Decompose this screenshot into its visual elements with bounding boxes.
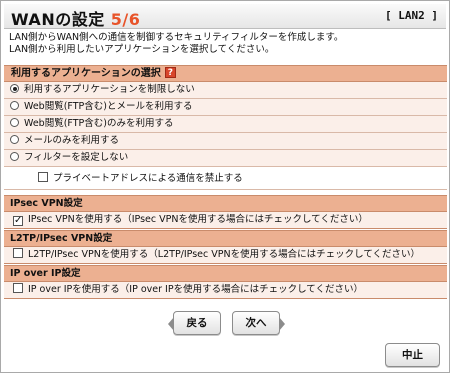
option-web-only[interactable]: Web閲覧(FTP含む)のみを利用する [4, 116, 447, 133]
l2tp-label: L2TP/IPsec VPNを使用する（L2TP/IPsec VPNを使用する場… [28, 249, 421, 260]
step-indicator: 5/6 [110, 10, 141, 29]
l2tp-checkbox[interactable] [13, 248, 23, 258]
next-arrow-icon [279, 317, 285, 331]
radio-mail-only[interactable] [10, 135, 19, 144]
option-label: 利用するアプリケーションを制限しない [24, 84, 195, 95]
option-no-filter[interactable]: フィルターを設定しない [4, 150, 447, 167]
ipoverip-row[interactable]: IP over IPを使用する（IP over IPを使用する場合にはチェックし… [4, 281, 447, 299]
description-line-1: LAN側からWAN側への通信を制御するセキュリティフィルターを作成します。 [9, 32, 344, 43]
cancel-button[interactable]: 中止 [385, 343, 440, 367]
next-button-label: 次へ [245, 317, 267, 329]
radio-web-only[interactable] [10, 118, 19, 127]
description-line-2: LAN側から利用したいアプリケーションを選択してください。 [9, 44, 275, 55]
ipoverip-section-title: IP over IP設定 [10, 268, 81, 279]
back-button-label: 戻る [186, 317, 208, 329]
back-button[interactable]: 戻る [168, 311, 221, 335]
ipsec-label: IPsec VPNを使用する（IPsec VPNを使用する場合にはチェックしてく… [28, 214, 368, 225]
l2tp-section-title: L2TP/IPsec VPN設定 [10, 233, 113, 244]
page-title-text: WANの設定 [11, 10, 111, 29]
back-arrow-icon [168, 317, 174, 331]
radio-no-filter[interactable] [10, 152, 19, 161]
description: LAN側からWAN側への通信を制御するセキュリティフィルターを作成します。 LA… [9, 32, 439, 56]
private-address-label: プライベートアドレスによる通信を禁止する [53, 173, 243, 184]
radio-web-and-mail[interactable] [10, 101, 19, 110]
radio-no-restriction[interactable] [10, 84, 19, 93]
ipsec-section-header: IPsec VPN設定 [4, 195, 447, 211]
ipsec-section-title: IPsec VPN設定 [10, 198, 83, 209]
l2tp-section-header: L2TP/IPsec VPN設定 [4, 230, 447, 246]
ipsec-row[interactable]: ✓ IPsec VPNを使用する（IPsec VPNを使用する場合にはチェックして… [4, 211, 447, 229]
ipoverip-label: IP over IPを使用する（IP over IPを使用する場合にはチェックし… [28, 284, 364, 295]
ipoverip-checkbox[interactable] [13, 283, 23, 293]
ipsec-checkbox[interactable]: ✓ [13, 216, 23, 226]
option-label: Web閲覧(FTP含む)のみを利用する [24, 118, 174, 129]
help-icon[interactable]: ? [164, 67, 176, 78]
next-button[interactable]: 次へ [232, 311, 285, 335]
interface-label: [ LAN2 ] [385, 9, 438, 22]
option-mail-only[interactable]: メールのみを利用する [4, 133, 447, 150]
app-section-header: 利用するアプリケーションの選択? [4, 65, 447, 82]
page-title: WANの設定 5/6 [11, 6, 140, 30]
option-label: Web閲覧(FTP含む)とメールを利用する [24, 101, 193, 112]
app-section-title: 利用するアプリケーションの選択 [11, 68, 161, 79]
option-label: フィルターを設定しない [24, 152, 129, 163]
option-label: メールのみを利用する [24, 135, 120, 146]
wizard-window: WANの設定 5/6 [ LAN2 ] LAN側からWAN側への通信を制御するセ… [0, 0, 450, 373]
private-address-checkbox[interactable] [38, 172, 48, 182]
option-no-restriction[interactable]: 利用するアプリケーションを制限しない [4, 82, 447, 99]
option-web-and-mail[interactable]: Web閲覧(FTP含む)とメールを利用する [4, 99, 447, 116]
wizard-header: WANの設定 5/6 [ LAN2 ] [4, 4, 446, 29]
ipoverip-section-header: IP over IP設定 [4, 265, 447, 281]
cancel-button-label: 中止 [402, 349, 423, 361]
private-address-row[interactable]: プライベートアドレスによる通信を禁止する [4, 169, 447, 190]
l2tp-row[interactable]: L2TP/IPsec VPNを使用する（L2TP/IPsec VPNを使用する場… [4, 246, 447, 264]
